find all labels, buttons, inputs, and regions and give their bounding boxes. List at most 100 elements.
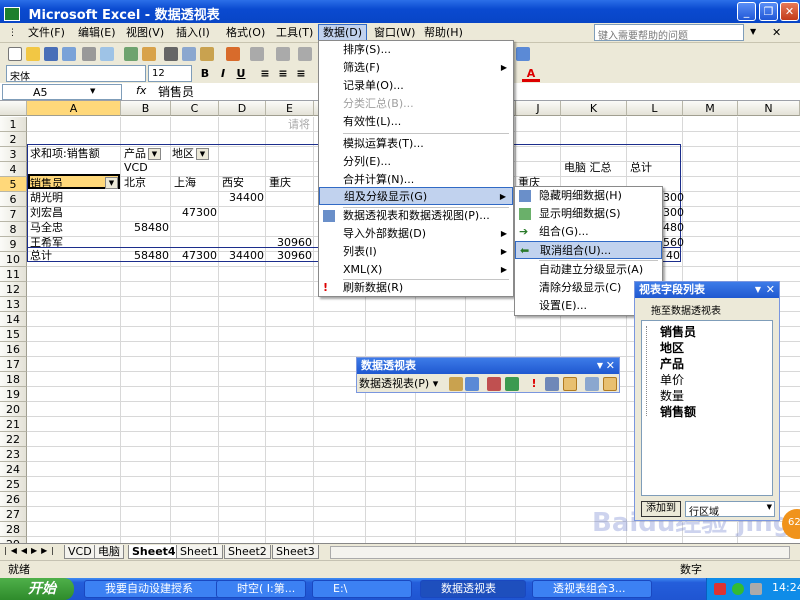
paste-icon[interactable] [200, 47, 214, 61]
new-icon[interactable] [8, 47, 22, 61]
panel-options-icon[interactable]: ▼ [755, 282, 761, 298]
field-sales-amount[interactable]: 销售额 [660, 403, 696, 420]
submenu-auto-outline[interactable]: 自动建立分级显示(A) [515, 261, 662, 279]
col-header-l[interactable]: L [627, 101, 683, 116]
name-box-dropdown-icon[interactable]: ▼ [90, 87, 95, 95]
field-unit-price[interactable]: 单价 [660, 371, 684, 388]
field-salesperson[interactable]: 销售员 [660, 323, 696, 340]
row-header[interactable]: 4 [0, 162, 27, 177]
menu-item-group-outline[interactable]: 组及分级显示(G) ▶ [319, 187, 513, 205]
tab-vcd[interactable]: VCD [64, 545, 96, 559]
menu-view[interactable]: 视图(V) [122, 25, 168, 41]
bold-button[interactable]: B [196, 66, 214, 82]
col-header-m[interactable]: M [683, 101, 738, 116]
minimize-button[interactable]: _ [737, 2, 756, 21]
area-select[interactable]: 行区域 ▼ [685, 501, 775, 518]
menu-item-text-to-columns[interactable]: 分列(E)... [319, 153, 513, 171]
tray-volume-icon[interactable] [750, 583, 762, 595]
underline-button[interactable]: U [232, 66, 250, 82]
horizontal-scrollbar[interactable] [330, 546, 790, 559]
pivot-table-menu-button[interactable]: 数据透视表(P) ▾ [359, 376, 438, 392]
tab-sheet2[interactable]: Sheet2 [224, 545, 271, 559]
tab-sheet4[interactable]: Sheet4 [128, 545, 180, 559]
show-detail-toolbar-icon[interactable] [505, 377, 519, 391]
row-header[interactable]: 25 [0, 477, 27, 492]
field-quantity[interactable]: 数量 [660, 387, 684, 404]
row-header[interactable]: 18 [0, 372, 27, 387]
field-settings-icon[interactable] [585, 377, 599, 391]
tab-scroll-icons[interactable]: |◀◀▶▶| [4, 546, 58, 555]
menu-item-refresh[interactable]: ! 刷新数据(R) [319, 279, 513, 297]
close-button[interactable]: ✕ [780, 2, 799, 21]
row-header[interactable]: 3 [0, 147, 27, 162]
open-icon[interactable] [26, 47, 40, 61]
include-hidden-icon[interactable] [545, 377, 559, 391]
refresh-data-icon[interactable]: ! [527, 377, 541, 391]
taskbar-task-5[interactable]: 透视表组合3... [532, 580, 652, 598]
show-field-list-icon[interactable] [603, 377, 617, 391]
start-button[interactable]: 开始 [0, 578, 74, 600]
submenu-hide-detail[interactable]: 隐藏明细数据(H) [515, 187, 662, 205]
italic-button[interactable]: I [214, 66, 232, 82]
row-header[interactable]: 17 [0, 357, 27, 372]
print-preview-icon[interactable] [100, 47, 114, 61]
menu-help[interactable]: 帮助(H) [420, 25, 467, 41]
tab-pc[interactable]: 电脑 [94, 545, 124, 559]
pivot-column-field[interactable]: 产品 ▼ [124, 146, 161, 161]
always-display-icon[interactable] [563, 377, 577, 391]
menu-tools[interactable]: 工具(T) [272, 25, 317, 41]
taskbar-task-1[interactable]: 我要自动设建授系 [84, 580, 224, 598]
row-header[interactable]: 1 [0, 117, 27, 132]
taskbar-task-4[interactable]: 数据透视表 [420, 580, 526, 598]
menu-item-sort[interactable]: 排序(S)... [319, 41, 513, 59]
cut-icon[interactable] [164, 47, 178, 61]
help-search-input[interactable]: 键入需要帮助的问题 [594, 24, 744, 42]
undo-icon[interactable] [250, 47, 264, 61]
col-header-b[interactable]: B [121, 101, 171, 116]
menu-format[interactable]: 格式(O) [222, 25, 269, 41]
salesperson-dropdown-icon[interactable]: ▼ [105, 177, 118, 189]
panel-close-icon[interactable]: ✕ [766, 282, 775, 298]
menu-item-list[interactable]: 列表(I) ▶ [319, 243, 513, 261]
col-header-c[interactable]: C [171, 101, 219, 116]
menu-item-xml[interactable]: XML(X) ▶ [319, 261, 513, 279]
row-header[interactable]: 15 [0, 327, 27, 342]
tray-app-icon[interactable] [714, 583, 726, 595]
align-left-icon[interactable]: ≡ [256, 66, 274, 82]
row-header[interactable]: 2 [0, 132, 27, 147]
tab-sheet3[interactable]: Sheet3 [272, 545, 319, 559]
chart-wizard-icon[interactable] [516, 47, 530, 61]
pivot-chart-icon[interactable] [465, 377, 479, 391]
close-document-button[interactable]: ✕ [772, 26, 781, 39]
tray-network-icon[interactable] [732, 583, 744, 595]
research-icon[interactable] [142, 47, 156, 61]
row-header[interactable]: 28 [0, 522, 27, 537]
print-icon[interactable] [82, 47, 96, 61]
row-header[interactable]: 5 [0, 177, 27, 192]
hyperlink-icon[interactable] [298, 47, 312, 61]
menu-item-form[interactable]: 记录单(O)... [319, 77, 513, 95]
field-region[interactable]: 地区 [660, 339, 684, 356]
col-header-n[interactable]: N [738, 101, 800, 116]
permission-icon[interactable] [62, 47, 76, 61]
row-header[interactable]: 27 [0, 507, 27, 522]
row-header[interactable]: 23 [0, 447, 27, 462]
copy-icon[interactable] [182, 47, 196, 61]
menu-item-import-data[interactable]: 导入外部数据(D) ▶ [319, 225, 513, 243]
pivot-toolbar-titlebar[interactable]: 数据透视表 ▼ ✕ [357, 358, 619, 374]
menu-window[interactable]: 窗口(W) [370, 25, 419, 41]
col-header-j[interactable]: J [516, 101, 561, 116]
row-header[interactable]: 9 [0, 237, 27, 252]
row-header[interactable]: 19 [0, 387, 27, 402]
row-header[interactable]: 12 [0, 282, 27, 297]
menu-item-table[interactable]: 模拟运算表(T)... [319, 135, 513, 153]
name-box[interactable]: A5 [2, 84, 122, 100]
row-header[interactable]: 11 [0, 267, 27, 282]
row-header[interactable]: 16 [0, 342, 27, 357]
formula-content[interactable]: 销售员 [158, 83, 194, 100]
menu-item-validation[interactable]: 有效性(L)... [319, 113, 513, 131]
select-all-corner[interactable] [0, 101, 27, 116]
row-header[interactable]: 22 [0, 432, 27, 447]
col-header-a[interactable]: A [27, 101, 121, 116]
product-dropdown-icon[interactable]: ▼ [148, 148, 161, 160]
